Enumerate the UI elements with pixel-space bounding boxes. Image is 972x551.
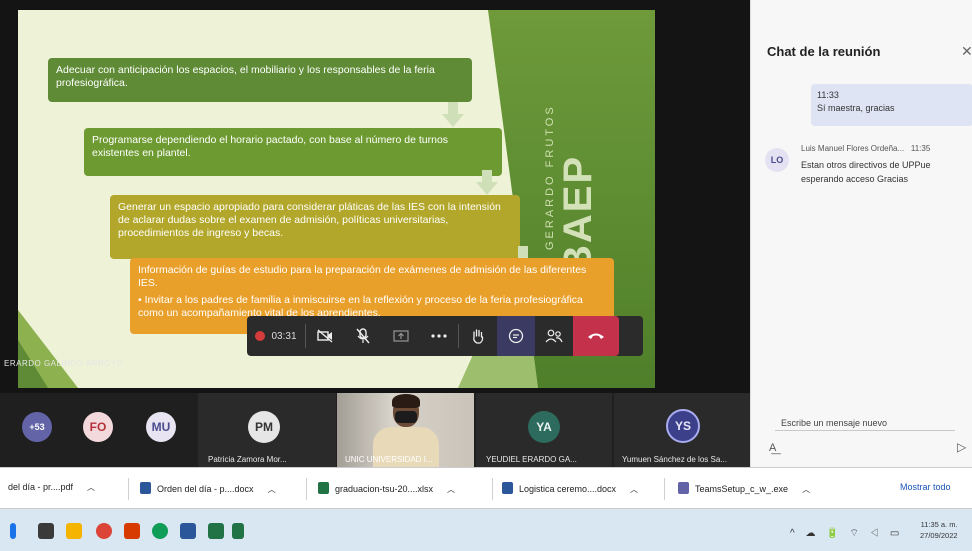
- divider: [664, 478, 665, 500]
- download-bar: del día - pr....pdf ︿ Orden del día - p..…: [0, 467, 972, 509]
- chat-panel: Chat de la reunión ✕ 11:33 Sí maestra, g…: [750, 0, 972, 467]
- slide-step-2: Programarse dependiendo el horario pacta…: [84, 128, 502, 176]
- download-item[interactable]: Logistica ceremo....docx ︿: [502, 482, 638, 495]
- camera-toggle-button[interactable]: [306, 316, 344, 356]
- chevron-up-icon[interactable]: ︿: [268, 485, 276, 494]
- download-name: graduacion-tsu-20....xlsx: [335, 484, 434, 494]
- participant-video[interactable]: UNIC UNIVERSIDAD I...: [337, 393, 474, 467]
- chevron-up-icon[interactable]: ︿: [87, 483, 95, 492]
- message-text: Sí maestra, gracias: [817, 103, 895, 113]
- download-item[interactable]: graduacion-tsu-20....xlsx ︿: [318, 482, 455, 495]
- hangup-button[interactable]: [573, 316, 619, 356]
- recording-indicator: 03:31: [247, 316, 305, 356]
- clock[interactable]: 11:35 a. m. 27/09/2022: [920, 519, 958, 541]
- word-file-icon: [140, 482, 151, 494]
- task-view-icon[interactable]: [38, 523, 54, 539]
- download-item[interactable]: TeamsSetup_c_w_.exe ︿: [678, 482, 810, 495]
- teams-installer-icon: [678, 482, 689, 494]
- raise-hand-icon: [473, 329, 484, 344]
- participant-avatar: YS: [666, 409, 700, 443]
- slide-step-1: Adecuar con anticipación los espacios, e…: [48, 58, 472, 102]
- system-tray: ^ ☁ 🔋 ⌔ ◁ ▭: [790, 528, 904, 539]
- message-text: Estan otros directivos de UPPue esperand…: [801, 160, 931, 184]
- divider: [492, 478, 493, 500]
- file-explorer-icon[interactable]: [66, 523, 82, 539]
- presenter-name-label: ERARDO GALINDO ARROYO: [4, 359, 124, 368]
- excel-file-icon: [318, 482, 329, 494]
- mic-off-icon: [356, 328, 370, 344]
- clock-date: 27/09/2022: [920, 531, 958, 540]
- chevron-up-icon[interactable]: ︿: [447, 485, 455, 494]
- share-button[interactable]: [382, 316, 420, 356]
- participant-name: Yumuen Sánchez de los Sa...: [622, 455, 727, 464]
- divider: [306, 478, 307, 500]
- chat-toggle-button[interactable]: [497, 316, 535, 356]
- participants-icon: [545, 329, 563, 343]
- compose-underline: [775, 430, 955, 431]
- participant-tile[interactable]: YA YEUDIEL ERARDO GA...: [476, 393, 612, 467]
- download-name: TeamsSetup_c_w_.exe: [695, 484, 789, 494]
- start-icon[interactable]: [10, 523, 16, 539]
- message-meta: Luis Manuel Flores Ordeña... 11:35: [801, 144, 930, 153]
- participant-avatar[interactable]: FO: [83, 412, 113, 442]
- participant-avatar: YA: [528, 411, 560, 443]
- excel-window-icon[interactable]: [232, 523, 244, 539]
- mic-toggle-button[interactable]: [344, 316, 382, 356]
- message-time: 11:33: [817, 90, 839, 100]
- my-chat-message: 11:33 Sí maestra, gracias: [811, 84, 972, 126]
- powerpoint-icon[interactable]: [124, 523, 140, 539]
- close-icon[interactable]: ✕: [961, 43, 972, 60]
- download-item[interactable]: del día - pr....pdf ︿: [8, 482, 95, 493]
- slide-step-4-text: Información de guías de estudio para la …: [138, 264, 587, 289]
- participants-button[interactable]: [535, 316, 573, 356]
- chevron-up-icon[interactable]: ︿: [802, 485, 810, 494]
- word-icon[interactable]: [180, 523, 196, 539]
- raise-hand-button[interactable]: [459, 316, 497, 356]
- chat-title: Chat de la reunión: [767, 44, 881, 59]
- download-name: Logistica ceremo....docx: [519, 484, 617, 494]
- more-icon: [431, 334, 447, 338]
- send-icon[interactable]: ▷: [957, 440, 966, 454]
- word-file-icon: [502, 482, 513, 494]
- meeting-stage: GERARDO FRUTOS COBAEP Adecuar con antici…: [0, 0, 750, 393]
- excel-icon[interactable]: [208, 523, 224, 539]
- download-item[interactable]: Orden del día - p....docx ︿: [140, 482, 276, 495]
- participant-name: Patricia Zamora Mor...: [208, 455, 287, 464]
- show-all-downloads-link[interactable]: Mostrar todo: [900, 482, 951, 492]
- record-icon: [255, 331, 266, 341]
- clock-time: 11:35 a. m.: [920, 520, 958, 529]
- screen: GERARDO FRUTOS COBAEP Adecuar con antici…: [0, 0, 972, 551]
- download-name: Orden del día - p....docx: [157, 484, 254, 494]
- participants-overflow-button[interactable]: +53: [22, 412, 52, 442]
- hangup-icon: [588, 333, 604, 339]
- call-timer: 03:31: [271, 330, 297, 342]
- down-arrow-icon: [442, 102, 464, 128]
- message-author: Luis Manuel Flores Ordeña...: [801, 144, 905, 153]
- download-name: del día - pr....pdf: [8, 482, 74, 492]
- participant-name: UNIC UNIVERSIDAD I...: [345, 455, 433, 464]
- call-controls-bar: 03:31: [247, 316, 643, 356]
- participant-avatar[interactable]: MU: [146, 412, 176, 442]
- chat-compose-input[interactable]: Escribe un mensaje nuevo: [781, 418, 887, 428]
- share-icon: [393, 330, 409, 342]
- chrome-icon[interactable]: [96, 523, 112, 539]
- participant-tile[interactable]: PM Patricia Zamora Mor...: [198, 393, 336, 467]
- camera-off-icon: [317, 329, 333, 343]
- divider: [128, 478, 129, 500]
- taskbar: ^ ☁ 🔋 ⌔ ◁ ▭ 11:35 a. m. 27/09/2022: [0, 509, 972, 551]
- participant-name: YEUDIEL ERARDO GA...: [486, 455, 577, 464]
- slide-step-3: Generar un espacio apropiado para consid…: [110, 195, 520, 259]
- avatar: LO: [765, 148, 789, 172]
- message-time: 11:35: [910, 144, 931, 153]
- participant-avatar: PM: [248, 411, 280, 443]
- chat-icon: [508, 328, 524, 344]
- browser-icon[interactable]: [152, 523, 168, 539]
- format-icon[interactable]: A͟: [769, 442, 776, 454]
- chevron-up-icon[interactable]: ︿: [630, 485, 638, 494]
- down-arrow-icon: [476, 170, 498, 196]
- more-options-button[interactable]: [420, 316, 458, 356]
- participant-tile[interactable]: YS Yumuen Sánchez de los Sa...: [614, 393, 750, 467]
